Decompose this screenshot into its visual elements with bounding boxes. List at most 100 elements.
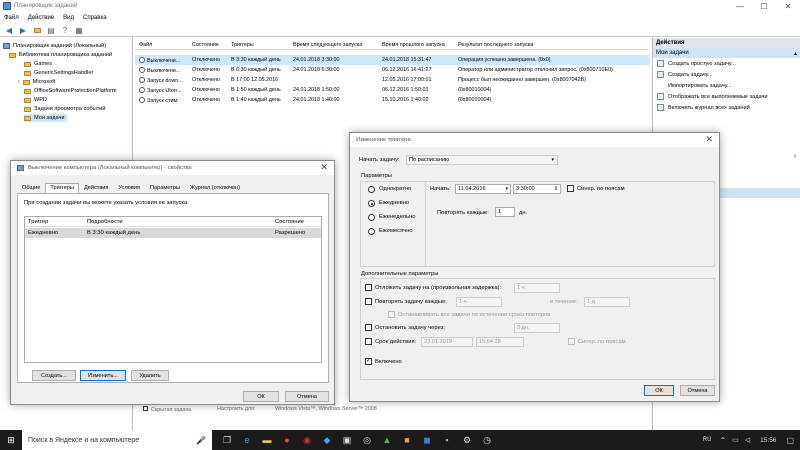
col-state[interactable]: Состояние [275, 219, 304, 225]
delay-select[interactable]: 1 ч. [514, 283, 560, 293]
tab-conditions[interactable]: Условия [113, 183, 145, 193]
tree-item-office[interactable]: OfficeSoftwareProtectionPlatform [24, 87, 117, 95]
sync-timezone-checkbox[interactable] [567, 185, 574, 192]
app-icon[interactable]: ◆ [320, 433, 334, 447]
actions-section[interactable]: Мои задачи ▴ [653, 48, 800, 58]
ok-button[interactable]: ОК [243, 391, 279, 402]
start-time-field[interactable]: 3:30:00 ⇕ [513, 184, 561, 194]
expire-checkbox[interactable] [365, 338, 372, 345]
store-icon[interactable]: ▣ [340, 433, 354, 447]
cancel-button[interactable]: Отмена [285, 391, 329, 402]
task-row[interactable]: Запуск down... Отключено В 17:00 12.05.2… [135, 75, 650, 85]
radio-monthly[interactable] [368, 228, 375, 235]
tab-history[interactable]: Журнал (отключен) [185, 183, 245, 193]
action-create-basic-task[interactable]: Создать простую задачу... [653, 58, 800, 69]
col-result[interactable]: Результат последнего запуска [458, 42, 533, 48]
close-icon[interactable]: ✕ [320, 162, 328, 173]
expire-date-field[interactable]: 23.01.2019 [421, 337, 473, 347]
start-icon[interactable]: ⊞ [0, 435, 22, 446]
maximize-icon[interactable]: ☐ [752, 0, 776, 12]
help-icon[interactable]: ? [60, 25, 70, 35]
tree-item-events[interactable]: Задачи просмотра событий [24, 105, 106, 113]
menu-view[interactable]: Вид [63, 15, 74, 21]
create-trigger-button[interactable]: Создать... [32, 370, 76, 381]
task-row[interactable]: Выключени... Отключено В 3:30 каждый ден… [135, 55, 650, 65]
tree-item-microsoft[interactable]: › Microsoft [18, 78, 55, 86]
action-show-running[interactable]: Отображать все выполняемые задачи [653, 91, 800, 102]
app-icon[interactable]: ▪ [440, 433, 454, 447]
edge-icon[interactable]: e [240, 433, 254, 447]
tab-settings[interactable]: Параметры [145, 183, 185, 193]
delay-checkbox[interactable] [365, 284, 372, 291]
col-triggers[interactable]: Триггеры [231, 42, 254, 48]
app-icon[interactable]: ■ [400, 433, 414, 447]
back-icon[interactable]: ◀ [4, 25, 14, 35]
edit-trigger-button[interactable]: Изменить... [80, 370, 126, 381]
folder-icon[interactable] [32, 25, 42, 35]
stop-after-select[interactable]: 3 дн. [514, 323, 560, 333]
col-last-run[interactable]: Время прошлого запуска [382, 42, 445, 48]
col-trigger[interactable]: Триггер [28, 219, 48, 225]
clock[interactable]: 15:56 [760, 437, 776, 444]
menu-action[interactable]: Действие [28, 15, 54, 21]
start-task-select[interactable]: По расписанию ▾ [406, 155, 558, 165]
keyboard-lang[interactable]: RU [703, 437, 712, 443]
tab-general[interactable]: Общие [17, 183, 45, 193]
spinner-icon[interactable]: ⇕ [554, 186, 558, 192]
trigger-cancel-button[interactable]: Отмена [680, 385, 715, 396]
repeat-task-select[interactable]: 1 ч. [456, 297, 502, 307]
expire-sync-checkbox[interactable] [568, 338, 575, 345]
search-box[interactable]: Поиск в Яндексе и на компьютере 🎤 [22, 430, 212, 450]
menu-help[interactable]: Справка [83, 15, 107, 21]
task-row[interactable]: Запуск стим Отключено В 1:40 каждый день… [135, 95, 650, 105]
action-enable-history[interactable]: Включить журнал всех заданий [653, 102, 800, 113]
tree-item-wpd[interactable]: WPD [24, 96, 47, 104]
stop-all-checkbox[interactable] [388, 311, 395, 318]
radio-daily[interactable] [368, 200, 375, 207]
trigger-row[interactable]: Ежедневно В 3:30 каждый день Разрешено [25, 228, 321, 238]
panel-icon[interactable]: ▦ [74, 25, 84, 35]
enabled-checkbox[interactable]: ✓ [365, 358, 372, 365]
tree-item-games[interactable]: Games [24, 60, 52, 68]
tree-root[interactable]: Планировщик заданий (Локальный) [3, 42, 106, 50]
notifications-icon[interactable]: ▢ [786, 436, 794, 445]
close-icon[interactable]: ✕ [705, 134, 713, 145]
stop-after-checkbox[interactable] [365, 324, 372, 331]
close-icon[interactable]: ✕ [776, 0, 800, 12]
tab-triggers[interactable]: Триггеры [45, 183, 79, 193]
repeat-days-field[interactable]: 1 [495, 207, 515, 217]
task-row[interactable]: Выключени... Отключено В 6:30 каждый ден… [135, 65, 650, 75]
properties-icon[interactable]: ▤ [46, 25, 56, 35]
app-icon[interactable]: ◉ [300, 433, 314, 447]
forward-icon[interactable]: ▶ [18, 25, 28, 35]
radio-weekly[interactable] [368, 214, 375, 221]
expand-icon[interactable]: › [18, 79, 20, 85]
tray-arrow-icon[interactable]: ⌃ [719, 436, 726, 445]
col-details[interactable]: Подробности [87, 219, 123, 225]
col-next-run[interactable]: Время следующего запуска [293, 42, 362, 48]
app-icon[interactable]: ◼ [420, 433, 434, 447]
task-view-icon[interactable]: ❐ [220, 433, 234, 447]
explorer-icon[interactable]: ▬ [260, 433, 274, 447]
tree-item-genericsettings[interactable]: GenericSettingsHandler [24, 69, 93, 77]
collapse-icon[interactable]: ▴ [794, 50, 797, 57]
settings-icon[interactable]: ⚙ [460, 433, 474, 447]
app-icon[interactable]: ▲ [380, 433, 394, 447]
expire-time-field[interactable]: 15:54:38 [476, 337, 524, 347]
during-select[interactable]: 1 д. [584, 297, 630, 307]
scheduler-icon[interactable]: ◷ [480, 433, 494, 447]
steam-icon[interactable]: ◎ [360, 433, 374, 447]
expand-arrow-icon[interactable]: › [794, 154, 796, 160]
menu-file[interactable]: Файл [4, 15, 19, 21]
delete-trigger-button[interactable]: Удалить [131, 370, 169, 381]
start-date-field[interactable]: 11.04.2016 ▾ [455, 184, 511, 194]
minimize-icon[interactable]: — [728, 0, 752, 12]
network-icon[interactable]: ▭ [732, 436, 739, 444]
browser-icon[interactable]: ● [280, 433, 294, 447]
radio-once[interactable] [368, 186, 375, 193]
tree-item-my-tasks[interactable]: Мои задачи [24, 114, 68, 122]
repeat-task-checkbox[interactable] [365, 298, 372, 305]
microphone-icon[interactable]: 🎤 [196, 436, 206, 445]
task-row[interactable]: Запуск Utorr... Отключено В 1:50 каждый … [135, 85, 650, 95]
tree-library[interactable]: Библиотека планировщика заданий [9, 51, 112, 59]
